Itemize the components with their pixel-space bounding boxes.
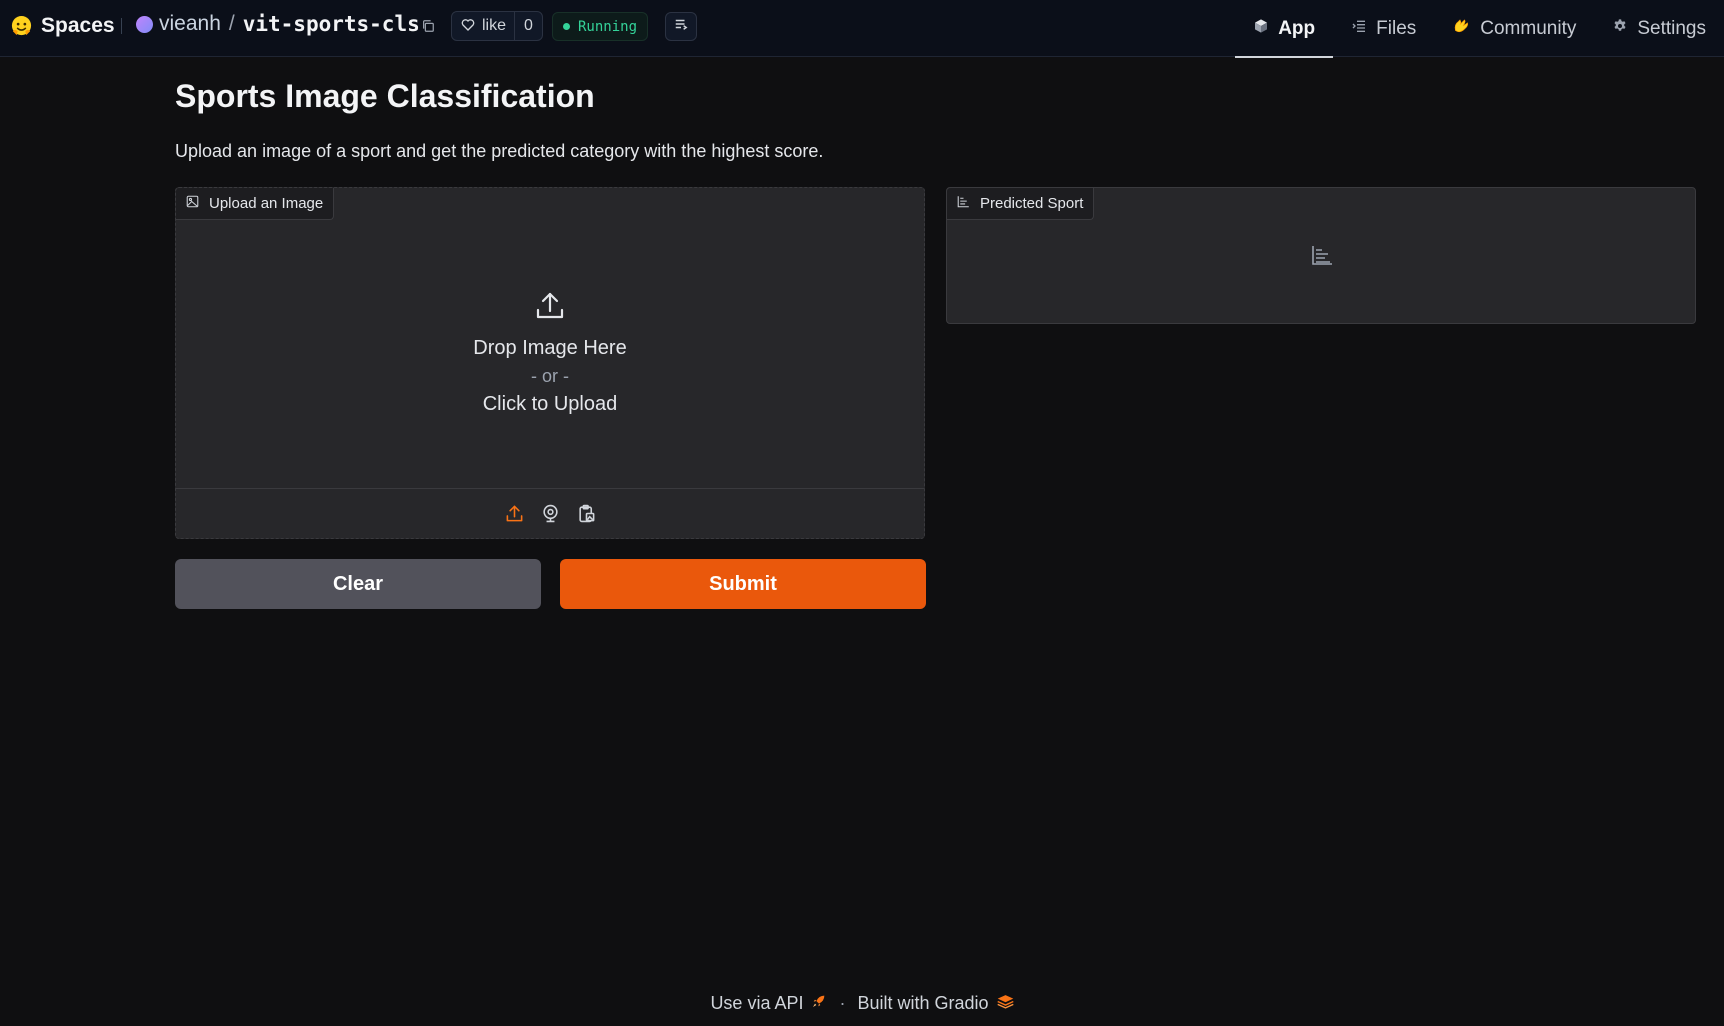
rocket-icon (811, 993, 827, 1014)
hugging-face-logo-icon (9, 14, 33, 38)
top-bar: Spaces vieanh / vit-sports-cls like 0 Ru… (0, 0, 1724, 58)
tab-community-label: Community (1480, 17, 1577, 39)
clipboard-icon[interactable] (575, 503, 597, 525)
page-title: Sports Image Classification (175, 78, 595, 114)
footer: Use via API · Built with Gradio (0, 993, 1724, 1014)
image-icon (186, 195, 199, 212)
click-to-upload-text: Click to Upload (482, 393, 618, 415)
upload-panel-label: Upload an Image (176, 188, 335, 220)
footer-separator: · (839, 993, 846, 1013)
tab-app[interactable]: App (1235, 0, 1334, 58)
drop-image-text: Drop Image Here (473, 337, 627, 359)
like-group: like 0 (451, 11, 543, 41)
gradio-logo-icon (996, 993, 1014, 1014)
bar-chart-icon (957, 195, 970, 212)
like-button[interactable]: like (452, 12, 514, 40)
repo-breadcrumb: vieanh / vit-sports-cls (136, 12, 420, 36)
or-text: - or - (531, 366, 569, 386)
tab-settings[interactable]: Settings (1594, 0, 1724, 57)
submit-button[interactable]: Submit (560, 559, 926, 609)
repo-name[interactable]: vit-sports-cls (243, 12, 420, 36)
logs-button[interactable] (665, 12, 697, 41)
image-upload-panel: Upload an Image Drop Image Here - or - C… (175, 187, 925, 539)
like-label: like (482, 17, 507, 34)
result-panel-label: Predicted Sport (947, 188, 1095, 220)
header-divider (121, 18, 122, 34)
tab-community[interactable]: Community (1434, 0, 1594, 57)
cube-icon (1253, 18, 1269, 40)
community-icon (1452, 17, 1471, 41)
use-via-api-label: Use via API (710, 993, 804, 1013)
gear-icon (1612, 18, 1628, 40)
source-selector (176, 488, 924, 538)
upload-icon[interactable] (503, 503, 525, 525)
files-icon (1351, 18, 1367, 40)
image-drop-zone[interactable]: Drop Image Here - or - Click to Upload (176, 220, 924, 476)
like-count[interactable]: 0 (514, 12, 542, 40)
built-with-gradio-link[interactable]: Built with Gradio (857, 993, 1014, 1014)
owner-avatar[interactable] (136, 15, 153, 33)
tab-settings-label: Settings (1637, 17, 1706, 39)
space-nav: App Files Community Settings (1235, 0, 1724, 58)
repo-owner[interactable]: vieanh (159, 12, 221, 36)
predicted-sport-panel: Predicted Sport (946, 187, 1696, 324)
logs-icon (674, 17, 688, 36)
page-description: Upload an image of a sport and get the p… (175, 141, 824, 161)
status-dot-icon (563, 23, 570, 30)
brand-label: Spaces (41, 14, 115, 37)
heart-icon (460, 16, 476, 37)
tab-app-label: App (1278, 17, 1316, 39)
copy-icon[interactable] (420, 18, 436, 34)
clear-button[interactable]: Clear (175, 559, 541, 609)
upload-panel-label-text: Upload an Image (209, 195, 324, 212)
status-badge[interactable]: Running (552, 12, 649, 41)
tab-files-label: Files (1376, 17, 1417, 39)
label-placeholder-icon (1310, 243, 1334, 267)
spaces-brand[interactable]: Spaces (9, 14, 115, 38)
webcam-icon[interactable] (539, 503, 561, 525)
status-text: Running (578, 18, 638, 35)
upload-arrow-icon (534, 290, 566, 327)
result-panel-label-text: Predicted Sport (980, 195, 1084, 212)
tab-files[interactable]: Files (1333, 0, 1434, 57)
repo-separator: / (228, 12, 235, 35)
use-via-api-link[interactable]: Use via API (710, 993, 827, 1014)
built-with-gradio-label: Built with Gradio (857, 993, 989, 1013)
